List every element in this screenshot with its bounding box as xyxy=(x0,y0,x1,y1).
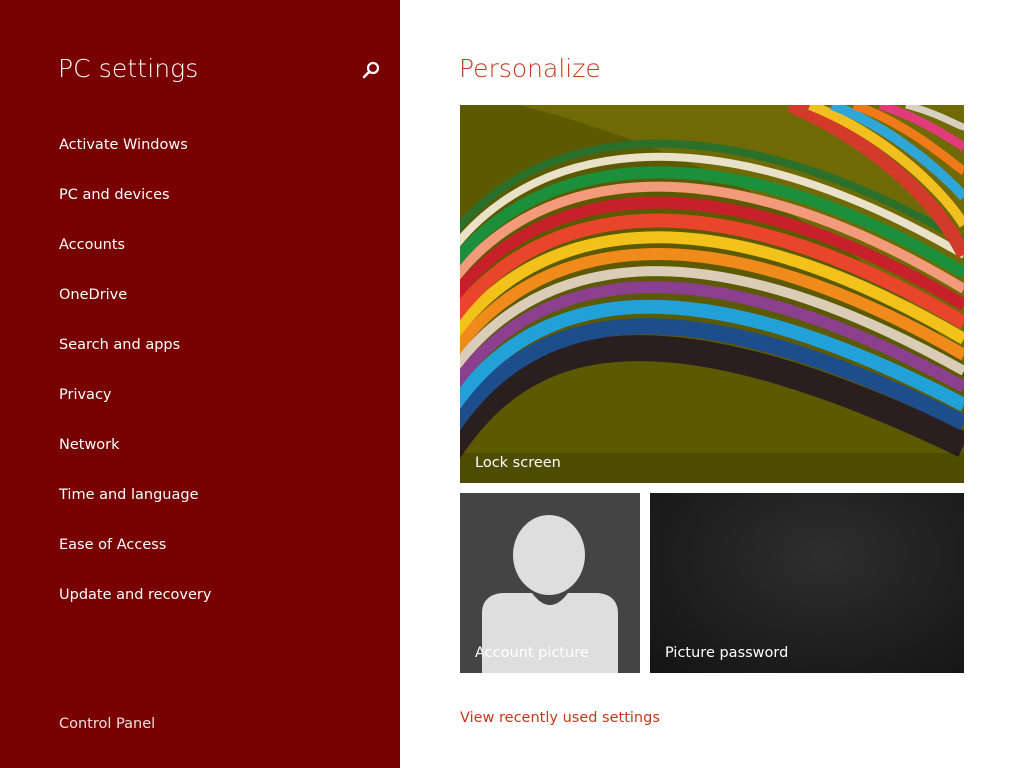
search-icon xyxy=(362,61,380,79)
picture-password-label: Picture password xyxy=(665,645,789,661)
lock-screen-tile[interactable]: Lock screen xyxy=(460,105,964,483)
lock-screen-label: Lock screen xyxy=(475,455,561,471)
search-button[interactable] xyxy=(358,58,384,84)
sidebar-title: PC settings xyxy=(58,54,199,83)
lock-screen-image xyxy=(460,105,964,483)
sidebar-item-time-and-language[interactable]: Time and language xyxy=(0,480,400,530)
sidebar-item-privacy[interactable]: Privacy xyxy=(0,380,400,430)
sidebar-item-ease-of-access[interactable]: Ease of Access xyxy=(0,530,400,580)
picture-password-tile[interactable]: Picture password xyxy=(650,493,964,673)
sidebar-item-update-and-recovery[interactable]: Update and recovery xyxy=(0,580,400,630)
page-title: Personalize xyxy=(459,54,601,83)
control-panel-link[interactable]: Control Panel xyxy=(59,716,155,732)
sidebar-item-activate-windows[interactable]: Activate Windows xyxy=(0,130,400,180)
sidebar-item-accounts[interactable]: Accounts xyxy=(0,230,400,280)
sidebar-item-search-and-apps[interactable]: Search and apps xyxy=(0,330,400,380)
view-recent-settings-link[interactable]: View recently used settings xyxy=(460,710,660,726)
sidebar-nav: Activate Windows PC and devices Accounts… xyxy=(0,130,400,630)
sidebar-item-network[interactable]: Network xyxy=(0,430,400,480)
sidebar-item-pc-and-devices[interactable]: PC and devices xyxy=(0,180,400,230)
sidebar: PC settings Activate Windows PC and devi… xyxy=(0,0,400,768)
account-picture-label: Account picture xyxy=(475,645,589,661)
sidebar-item-onedrive[interactable]: OneDrive xyxy=(0,280,400,330)
account-picture-tile[interactable]: Account picture xyxy=(460,493,640,673)
